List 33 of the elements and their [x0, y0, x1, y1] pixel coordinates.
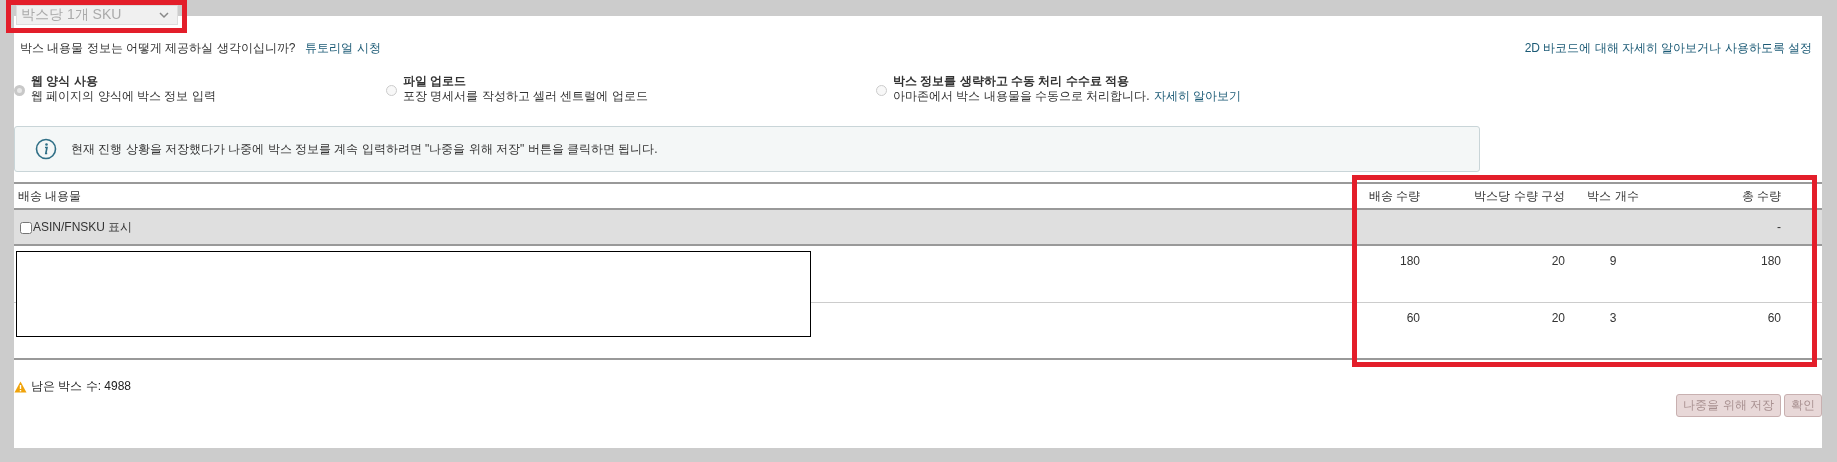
radio-button[interactable]: [386, 84, 397, 96]
info-icon: [35, 138, 57, 160]
radio-button[interactable]: [14, 84, 25, 96]
table-cell-text: 60: [1405, 311, 1420, 327]
column-header: 배송 수량: [1367, 187, 1420, 205]
column-header: 총 수량: [1740, 187, 1781, 205]
column-header: 박스당 수량 구성: [1473, 187, 1565, 205]
remaining-boxes-text: 남은 박스 수: 4988: [31, 378, 132, 395]
chevron-down-icon: [159, 11, 169, 19]
table-cell-text: 20: [1550, 254, 1565, 270]
tutorial-link[interactable]: 튜토리얼 시청: [305, 40, 381, 57]
question-text: 박스 내용물 정보는 어떻게 제공하실 생각이십니까?: [20, 40, 296, 57]
table-cell-text: 180: [1759, 254, 1781, 270]
table-cell-text: 20: [1550, 311, 1565, 327]
option-title: 파일 업로드: [403, 74, 468, 89]
barcode-link[interactable]: 2D 바코드에 대해 자세히 알아보거나 사용하도록 설정: [1524, 40, 1812, 57]
table-cell-text: 180: [1398, 254, 1420, 270]
checkbox-label: ASIN/FNSKU 표시: [33, 218, 133, 236]
option-title: 박스 정보를 생략하고 수동 처리 수수료 적용: [893, 74, 1130, 89]
table-cell-text: 3: [1608, 311, 1618, 327]
option-description: 아마존에서 박스 내용물을 수동으로 처리합니다.: [893, 89, 1150, 104]
column-header: 배송 내용물: [17, 187, 83, 205]
option-title: 웹 양식 사용: [31, 74, 99, 89]
option-description: 포장 명세서를 작성하고 셀러 센트럴에 업로드: [403, 89, 648, 104]
info-message: 현재 진행 상황을 저장했다가 나중에 박스 정보를 계속 입력하려면 "나중을 위해 저장" 버튼을 클릭하면 됩니다.: [71, 140, 658, 158]
radio-button[interactable]: [876, 84, 887, 96]
table-cell-text: -: [1776, 220, 1781, 234]
column-header: 박스 개수: [1586, 187, 1640, 205]
checkbox[interactable]: [20, 222, 32, 234]
learn-more-link[interactable]: 자세히 알아보기: [1153, 89, 1241, 104]
table-cell-text: 60: [1766, 311, 1781, 327]
table-cell-text: 9: [1608, 254, 1618, 270]
option-description: 웹 페이지의 양식에 박스 정보 입력: [31, 89, 216, 104]
